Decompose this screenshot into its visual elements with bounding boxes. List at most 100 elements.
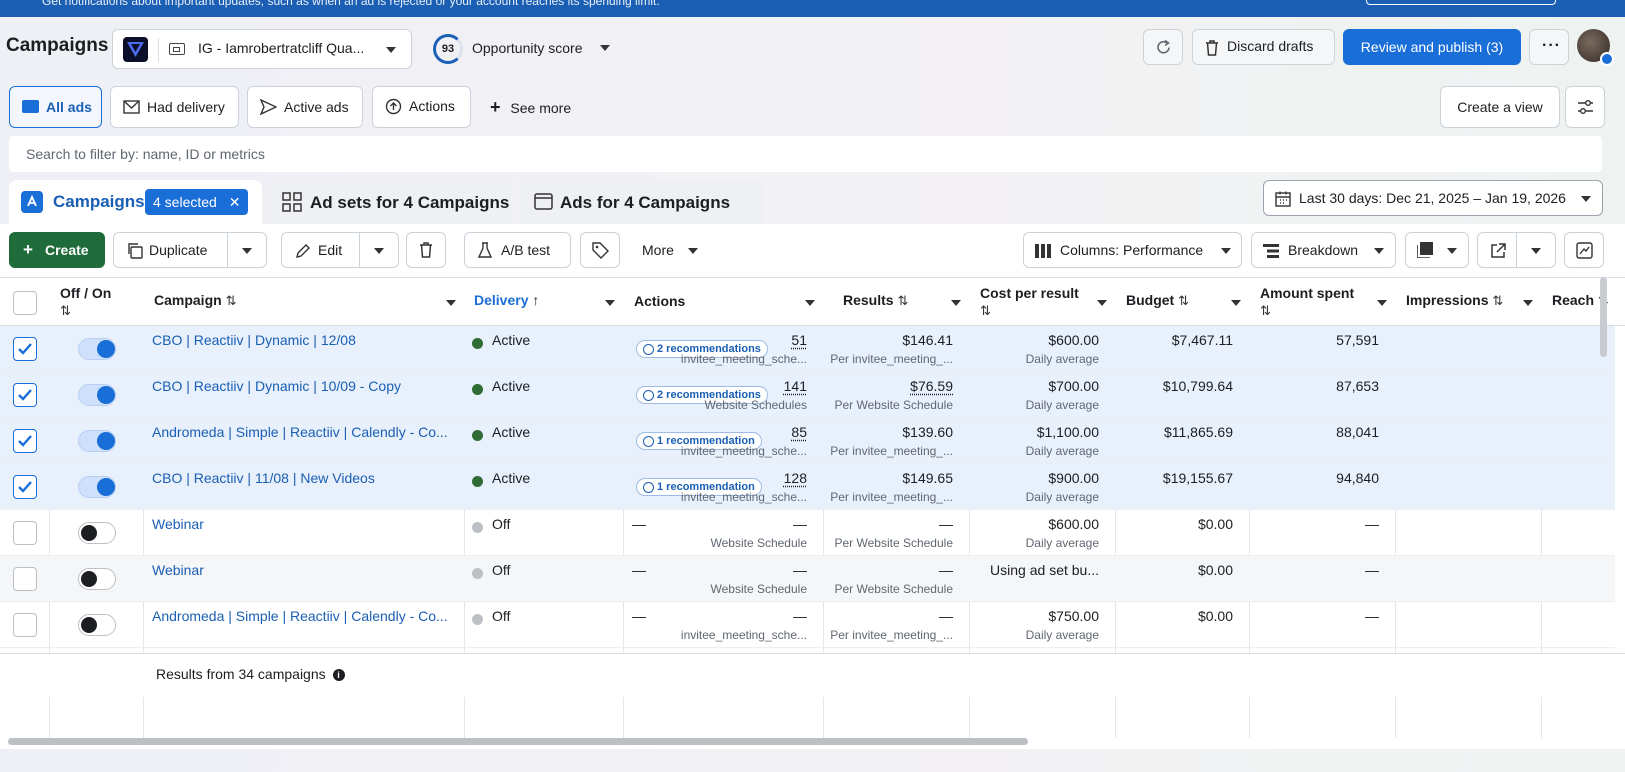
results-value[interactable]: 85 bbox=[791, 424, 807, 440]
see-more-button[interactable]: + See more bbox=[490, 86, 571, 128]
search-filter[interactable] bbox=[9, 136, 1602, 172]
table-row[interactable]: CBO | Reactiiv | Dynamic | 12/08 Active 2 … bbox=[0, 326, 1615, 372]
horizontal-scrollbar[interactable] bbox=[4, 738, 1604, 746]
opportunity-score-badge[interactable]: 93 bbox=[433, 34, 463, 64]
ab-test-button[interactable]: A/B test bbox=[464, 232, 571, 268]
on-off-toggle[interactable] bbox=[78, 430, 116, 452]
row-checkbox[interactable] bbox=[13, 567, 37, 591]
on-off-toggle[interactable] bbox=[78, 338, 116, 360]
header-results[interactable]: Results ⇅ bbox=[843, 292, 908, 309]
table-row[interactable]: Webinar Off — — Website Schedule — Per Website… bbox=[0, 510, 1615, 556]
create-button[interactable]: + Create bbox=[9, 232, 105, 268]
campaign-name-link[interactable]: Andromeda | Simple | Reactiiv | Calendly… bbox=[152, 608, 452, 624]
budget-value[interactable]: $600.00 bbox=[1048, 332, 1099, 348]
chevron-down-icon[interactable] bbox=[805, 300, 815, 306]
chevron-down-icon[interactable] bbox=[600, 45, 610, 51]
row-checkbox[interactable] bbox=[13, 383, 37, 407]
date-range-picker[interactable]: Last 30 days: Dec 21, 2025 – Jan 19, 202… bbox=[1263, 180, 1603, 216]
header-budget[interactable]: Budget ⇅ bbox=[1126, 292, 1189, 309]
close-icon[interactable]: ✕ bbox=[229, 194, 241, 210]
header-cost-per-result[interactable]: Cost per result ⇅ bbox=[980, 285, 1079, 319]
duplicate-dropdown-button[interactable] bbox=[227, 232, 267, 268]
more-button[interactable]: More bbox=[642, 232, 698, 268]
header-impressions[interactable]: Impressions ⇅ bbox=[1406, 292, 1503, 309]
on-off-toggle[interactable] bbox=[78, 568, 116, 590]
header-actions[interactable]: Actions bbox=[634, 293, 685, 309]
row-checkbox[interactable] bbox=[13, 613, 37, 637]
reports-button[interactable] bbox=[1405, 232, 1469, 268]
header-campaign[interactable]: Campaign ⇅ bbox=[154, 292, 236, 309]
tag-button[interactable] bbox=[580, 232, 620, 268]
budget-value[interactable]: $1,100.00 bbox=[1037, 424, 1099, 440]
budget-value[interactable]: $700.00 bbox=[1048, 378, 1099, 394]
results-value[interactable]: 51 bbox=[791, 332, 807, 348]
header-delivery[interactable]: Delivery ↑ bbox=[474, 292, 539, 308]
row-checkbox[interactable] bbox=[13, 475, 37, 499]
filter-had-delivery[interactable]: Had delivery bbox=[110, 86, 239, 128]
create-view-button[interactable]: Create a view bbox=[1440, 86, 1560, 128]
export-button[interactable] bbox=[1477, 232, 1517, 268]
row-checkbox[interactable] bbox=[13, 429, 37, 453]
scrollbar-thumb[interactable] bbox=[8, 738, 1028, 745]
search-input[interactable] bbox=[9, 136, 1602, 172]
tab-ads[interactable]: Ads for 4 Campaigns bbox=[520, 180, 762, 224]
review-and-publish-button[interactable]: Review and publish (3) bbox=[1343, 29, 1521, 65]
results-value[interactable]: 128 bbox=[784, 470, 807, 486]
table-row[interactable]: Andromeda | Simple | Reactiiv | Calendly… bbox=[0, 418, 1615, 464]
delete-button[interactable] bbox=[406, 232, 446, 268]
notification-button[interactable] bbox=[1366, 0, 1556, 5]
columns-button[interactable]: Columns: Performance bbox=[1023, 232, 1242, 268]
campaign-name-link[interactable]: CBO | Reactiiv | 11/08 | New Videos bbox=[152, 470, 452, 486]
edit-dropdown-button[interactable] bbox=[359, 232, 399, 268]
account-selector[interactable]: IG - Iamrobertratcliff Qua... bbox=[112, 29, 412, 69]
view-settings-button[interactable] bbox=[1565, 86, 1605, 128]
info-icon[interactable]: i bbox=[332, 669, 345, 682]
breakdown-button[interactable]: Breakdown bbox=[1251, 232, 1396, 268]
table-row[interactable]: CBO | Reactiiv | Dynamic | 10/09 - Copy A… bbox=[0, 372, 1615, 418]
header-off-on[interactable]: Off / On ⇅ bbox=[60, 285, 111, 319]
selected-count-pill[interactable]: 4 selected ✕ bbox=[145, 189, 249, 215]
row-checkbox[interactable] bbox=[13, 337, 37, 361]
chevron-down-icon[interactable] bbox=[1231, 300, 1241, 306]
campaign-name-link[interactable]: CBO | Reactiiv | Dynamic | 10/09 - Copy bbox=[152, 378, 452, 394]
tab-ad-sets[interactable]: Ad sets for 4 Campaigns bbox=[270, 180, 512, 224]
charts-button[interactable] bbox=[1564, 232, 1604, 268]
select-all-checkbox[interactable] bbox=[13, 291, 37, 315]
results-value[interactable]: 141 bbox=[784, 378, 807, 394]
campaign-name-link[interactable]: Webinar bbox=[152, 562, 452, 578]
campaign-name-link[interactable]: CBO | Reactiiv | Dynamic | 12/08 bbox=[152, 332, 452, 348]
campaign-name-link[interactable]: Andromeda | Simple | Reactiiv | Calendly… bbox=[152, 424, 452, 440]
filter-actions[interactable]: Actions bbox=[372, 86, 471, 128]
chevron-down-icon[interactable] bbox=[1523, 300, 1533, 306]
on-off-toggle[interactable] bbox=[78, 384, 116, 406]
refresh-button[interactable] bbox=[1143, 29, 1183, 65]
chevron-down-icon[interactable] bbox=[1377, 300, 1387, 306]
budget-value[interactable]: $600.00 bbox=[1048, 516, 1099, 532]
opportunity-score-label[interactable]: Opportunity score bbox=[472, 40, 583, 56]
chevron-down-icon[interactable] bbox=[1097, 300, 1107, 306]
header-amount-spent[interactable]: Amount spent ⇅ bbox=[1260, 285, 1354, 319]
chevron-down-icon[interactable] bbox=[446, 300, 456, 306]
chevron-down-icon[interactable] bbox=[605, 300, 615, 306]
table-row[interactable]: Andromeda | Simple | Reactiiv | Calendly… bbox=[0, 602, 1615, 648]
discard-drafts-button[interactable]: Discard drafts bbox=[1192, 29, 1335, 65]
tab-campaigns[interactable]: Campaigns 4 selected ✕ bbox=[9, 180, 262, 224]
campaign-name-link[interactable]: Webinar bbox=[152, 516, 452, 532]
budget-value[interactable]: $750.00 bbox=[1048, 608, 1099, 624]
row-checkbox[interactable] bbox=[13, 521, 37, 545]
edit-button[interactable]: Edit bbox=[281, 232, 360, 268]
export-dropdown-button[interactable] bbox=[1516, 232, 1556, 268]
filter-active-ads[interactable]: Active ads bbox=[247, 86, 363, 128]
more-options-button[interactable]: ··· bbox=[1529, 29, 1569, 65]
avatar[interactable] bbox=[1577, 29, 1614, 66]
on-off-toggle[interactable] bbox=[78, 614, 116, 636]
budget-value[interactable]: $900.00 bbox=[1048, 470, 1099, 486]
chevron-down-icon[interactable] bbox=[951, 300, 961, 306]
duplicate-button[interactable]: Duplicate bbox=[113, 232, 228, 268]
table-row[interactable]: Webinar Off — — Website Schedule — Per Website… bbox=[0, 556, 1615, 602]
on-off-toggle[interactable] bbox=[78, 476, 116, 498]
table-row[interactable]: CBO | Reactiiv | 11/08 | New Videos Activ… bbox=[0, 464, 1615, 510]
filter-all-ads[interactable]: All ads bbox=[9, 86, 102, 128]
vertical-scrollbar[interactable] bbox=[1600, 277, 1607, 357]
on-off-toggle[interactable] bbox=[78, 522, 116, 544]
